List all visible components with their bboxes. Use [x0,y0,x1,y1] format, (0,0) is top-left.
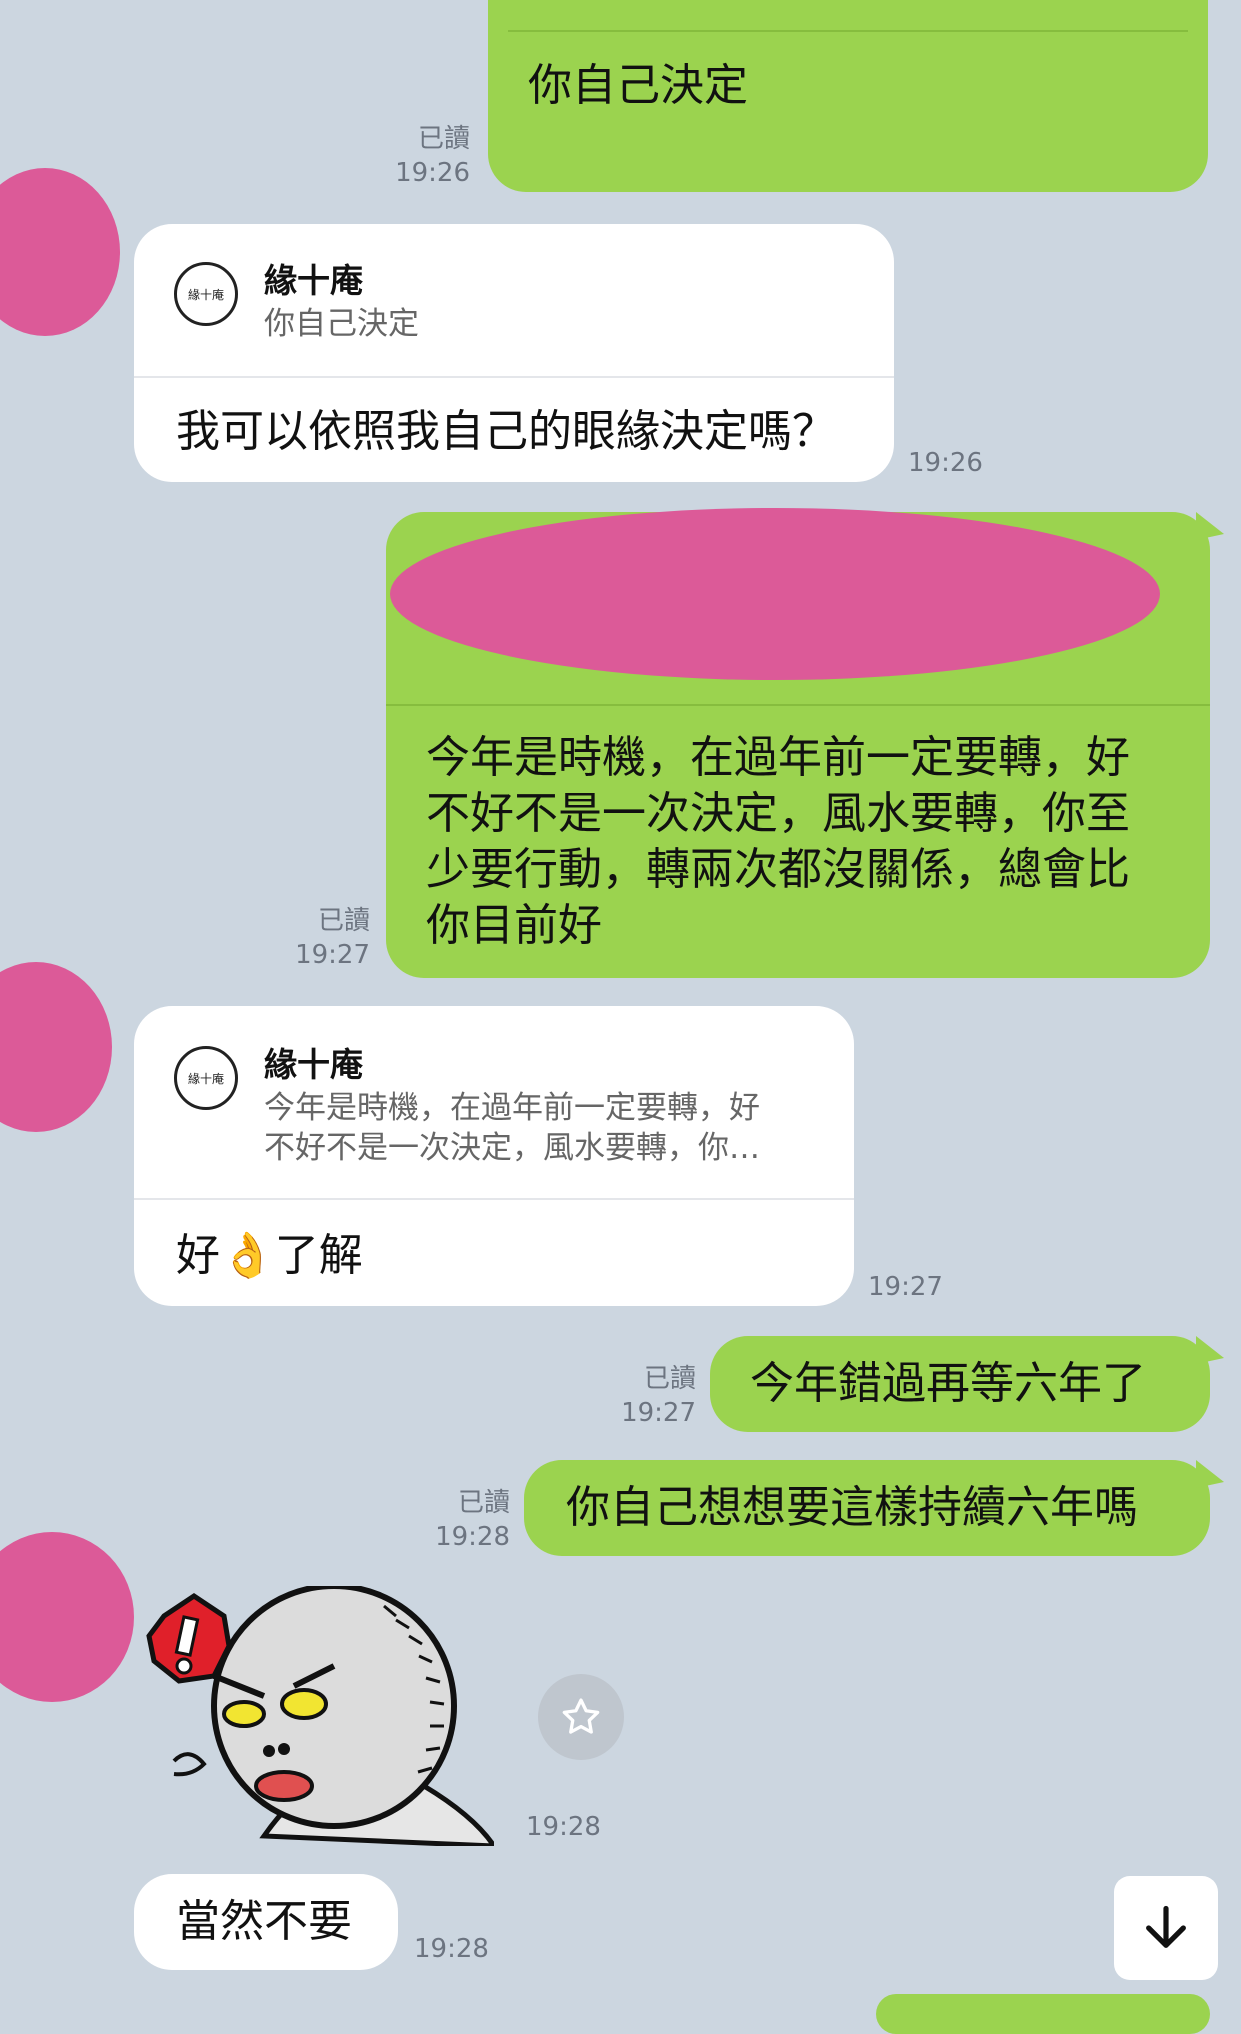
avatar[interactable] [0,1532,134,1702]
redaction-ellipse [390,508,1160,680]
seal-text: 緣十庵 [187,287,224,302]
reply-sender-name: 緣十庵 [264,261,363,300]
message-time: 19:28 [414,1934,489,1964]
reply-divider [386,704,1210,706]
scroll-to-bottom-button[interactable] [1114,1876,1218,1980]
reply-quote-text: 你自己決定 [264,306,419,342]
read-receipt: 已讀 19:28 [435,1488,510,1552]
reply-divider [134,376,894,378]
received-message-bubble[interactable]: 緣十庵 緣十庵 今年是時機，在過年前一定要轉，好 不好不是一次決定，風水要轉，你… [134,1006,854,1306]
bubble-tail [1196,512,1224,540]
star-icon[interactable] [538,1674,624,1760]
sent-message-bubble[interactable]: 今年錯過再等六年了 [710,1336,1210,1432]
message-text: 我可以依照我自己的眼緣決定嗎？ [176,406,836,457]
sent-message-bubble-partial[interactable] [876,1994,1210,2034]
bubble-tail [1196,1336,1224,1364]
reply-sender-name: 緣十庵 [264,1045,363,1084]
message-text: 你自己想想要這樣持續六年嗎 [566,1482,1138,1533]
sent-message-bubble[interactable]: 你自己想想要這樣持續六年嗎 [524,1460,1210,1556]
reply-divider [508,30,1188,32]
shop-seal-logo: 緣十庵 [174,1046,238,1110]
message-text: 今年錯過再等六年了 [750,1358,1146,1409]
arrow-down-icon [1146,1905,1186,1948]
reply-divider [134,1198,854,1200]
avatar[interactable] [0,168,120,336]
seal-text: 緣十庵 [187,1071,224,1086]
read-receipt: 已讀 19:27 [295,906,370,970]
star-icon-glyph [562,1698,600,1734]
shop-seal-logo: 緣十庵 [174,262,238,326]
received-message-bubble[interactable]: 緣十庵 緣十庵 你自己決定 我可以依照我自己的眼緣決定嗎？ [134,224,894,482]
reply-quote-line: 今年是時機，在過年前一定要轉，好 [264,1090,760,1126]
read-receipt: 已讀 19:27 [621,1364,696,1428]
message-time: 19:28 [526,1812,601,1842]
sent-message-bubble[interactable]: 你自己決定 [488,0,1208,192]
message-time: 19:26 [908,448,983,478]
avatar[interactable] [0,962,112,1132]
angry-round-character-sticker[interactable] [134,1583,499,1849]
message-text: 今年是時機，在過年前一定要轉，好不好不是一次決定，風水要轉，你至少要行動，轉兩次… [426,732,1130,951]
message-text: 好👌了解 [176,1230,363,1281]
message-text: 當然不要 [176,1896,352,1947]
message-text: 你自己決定 [528,60,748,111]
bubble-tail [1196,1460,1224,1488]
message-time: 19:27 [868,1272,943,1302]
received-message-bubble[interactable]: 當然不要 [134,1874,398,1970]
reply-quote-line: 不好不是一次決定，風水要轉，你… [264,1130,760,1166]
read-receipt: 已讀 19:26 [395,124,470,188]
